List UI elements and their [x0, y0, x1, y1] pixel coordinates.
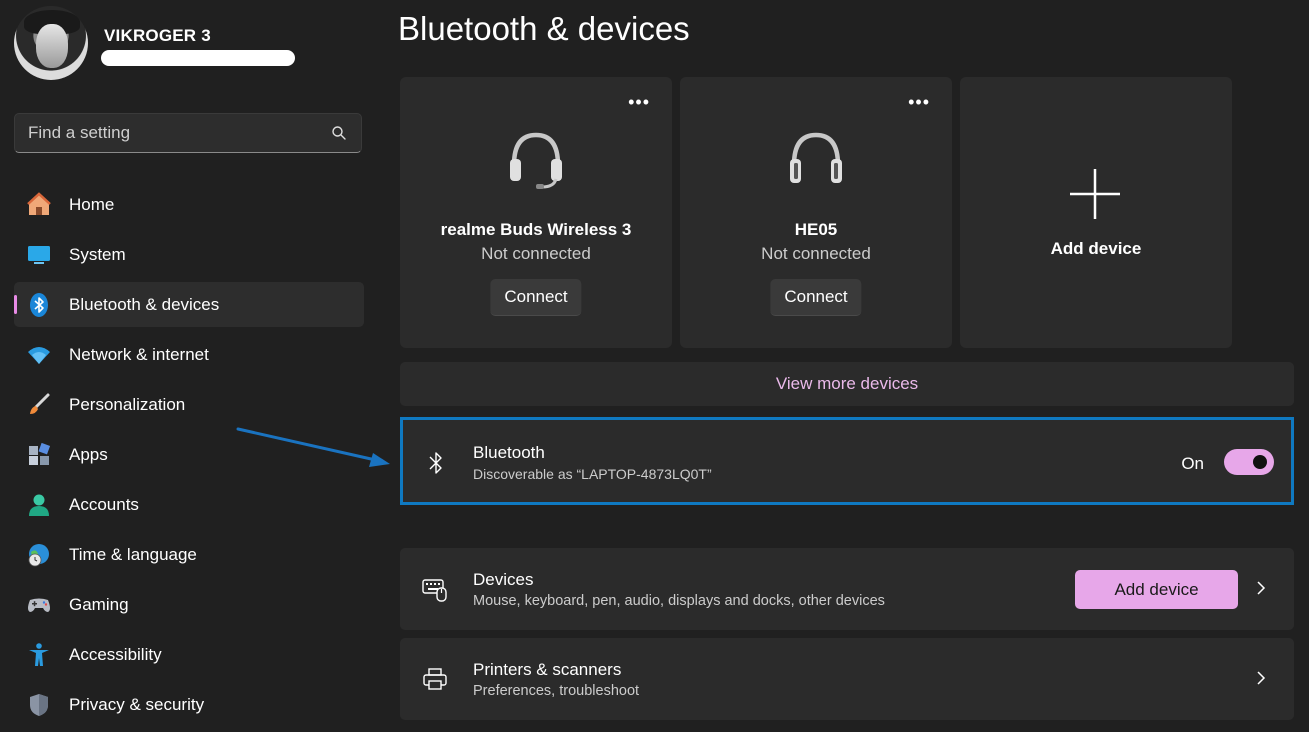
sidebar-item-label: Personalization [69, 394, 186, 414]
paintbrush-icon [26, 392, 52, 418]
search-box[interactable] [14, 113, 362, 153]
printers-row-subtitle: Preferences, troubleshoot [473, 683, 640, 699]
connect-button[interactable]: Connect [490, 279, 582, 316]
sidebar-item-personalization[interactable]: Personalization [14, 382, 364, 427]
sidebar-item-home[interactable]: Home [14, 182, 364, 227]
sidebar-item-accounts[interactable]: Accounts [14, 482, 364, 527]
bluetooth-icon [429, 452, 442, 474]
home-icon [26, 192, 52, 218]
sidebar-item-accessibility[interactable]: Accessibility [14, 632, 364, 677]
annotation-arrow [236, 427, 390, 467]
bluetooth-toggle[interactable] [1224, 449, 1274, 475]
wifi-icon [26, 342, 52, 368]
apps-icon [26, 442, 52, 468]
device-name: realme Buds Wireless 3 [440, 220, 632, 239]
keyboard-mouse-icon [422, 579, 447, 602]
printers-row-title: Printers & scanners [473, 660, 622, 679]
sidebar-item-network[interactable]: Network & internet [14, 332, 364, 377]
more-dots-icon[interactable]: ••• [628, 93, 650, 111]
plus-icon [1070, 169, 1120, 219]
devices-row-title: Devices [473, 570, 534, 589]
printers-row[interactable]: Printers & scanners Preferences, trouble… [400, 638, 1294, 720]
profile-username: VIKROGER 3 [104, 26, 211, 45]
add-device-label: Add device [1050, 239, 1142, 258]
bluetooth-title: Bluetooth [473, 443, 545, 462]
redacted-email [101, 50, 295, 66]
device-card[interactable]: ••• HE05 Not connected Connect [680, 77, 952, 348]
bluetooth-subtitle: Discoverable as “LAPTOP-4873LQ0T” [473, 466, 712, 482]
devices-row[interactable]: Devices Mouse, keyboard, pen, audio, dis… [400, 548, 1294, 630]
sidebar-item-label: Gaming [69, 594, 129, 614]
page-title: Bluetooth & devices [398, 10, 690, 47]
search-input[interactable] [15, 114, 328, 152]
person-icon [26, 492, 52, 518]
sidebar-item-label: Time & language [69, 544, 197, 564]
sidebar-item-bluetooth[interactable]: Bluetooth & devices [14, 282, 364, 327]
printer-icon [423, 668, 447, 690]
avatar[interactable] [14, 6, 88, 80]
bluetooth-state-label: On [1181, 454, 1204, 473]
device-status: Not connected [761, 244, 871, 263]
sidebar-item-label: Privacy & security [69, 694, 205, 714]
sidebar: VIKROGER 3 Home [0, 0, 380, 723]
sidebar-item-label: Accounts [69, 494, 139, 514]
device-name: HE05 [794, 220, 838, 239]
monitor-icon [26, 242, 52, 268]
shield-icon [26, 692, 52, 718]
devices-row-subtitle: Mouse, keyboard, pen, audio, displays an… [473, 593, 885, 609]
headset-icon [510, 132, 562, 189]
add-device-button[interactable]: Add device [1075, 570, 1238, 609]
more-dots-icon[interactable]: ••• [908, 93, 930, 111]
accessibility-icon [26, 642, 52, 668]
connect-button[interactable]: Connect [770, 279, 862, 316]
add-device-card[interactable]: Add device [960, 77, 1232, 348]
user-profile[interactable]: VIKROGER 3 [14, 6, 374, 86]
search-icon[interactable] [331, 125, 347, 141]
chevron-right-icon[interactable] [1256, 670, 1266, 686]
bluetooth-icon [26, 292, 52, 318]
sidebar-item-label: System [69, 244, 126, 264]
toggle-knob [1253, 455, 1267, 469]
globe-clock-icon [26, 542, 52, 568]
bluetooth-toggle-row[interactable]: Bluetooth Discoverable as “LAPTOP-4873LQ… [400, 417, 1294, 505]
view-more-devices-button[interactable]: View more devices [400, 362, 1294, 406]
sidebar-item-privacy[interactable]: Privacy & security [14, 682, 364, 727]
sidebar-item-label: Apps [69, 444, 108, 464]
device-card[interactable]: ••• realme Buds Wireless 3 Not connected… [400, 77, 672, 348]
sidebar-item-label: Accessibility [69, 644, 162, 664]
sidebar-item-time[interactable]: Time & language [14, 532, 364, 577]
headphones-icon [790, 132, 842, 183]
sidebar-item-label: Home [69, 194, 115, 214]
sidebar-item-system[interactable]: System [14, 232, 364, 277]
sidebar-item-gaming[interactable]: Gaming [14, 582, 364, 627]
gamepad-icon [26, 592, 52, 618]
sidebar-item-label: Network & internet [69, 344, 209, 364]
sidebar-item-label: Bluetooth & devices [69, 294, 220, 314]
device-status: Not connected [481, 244, 591, 263]
chevron-right-icon[interactable] [1256, 580, 1266, 596]
